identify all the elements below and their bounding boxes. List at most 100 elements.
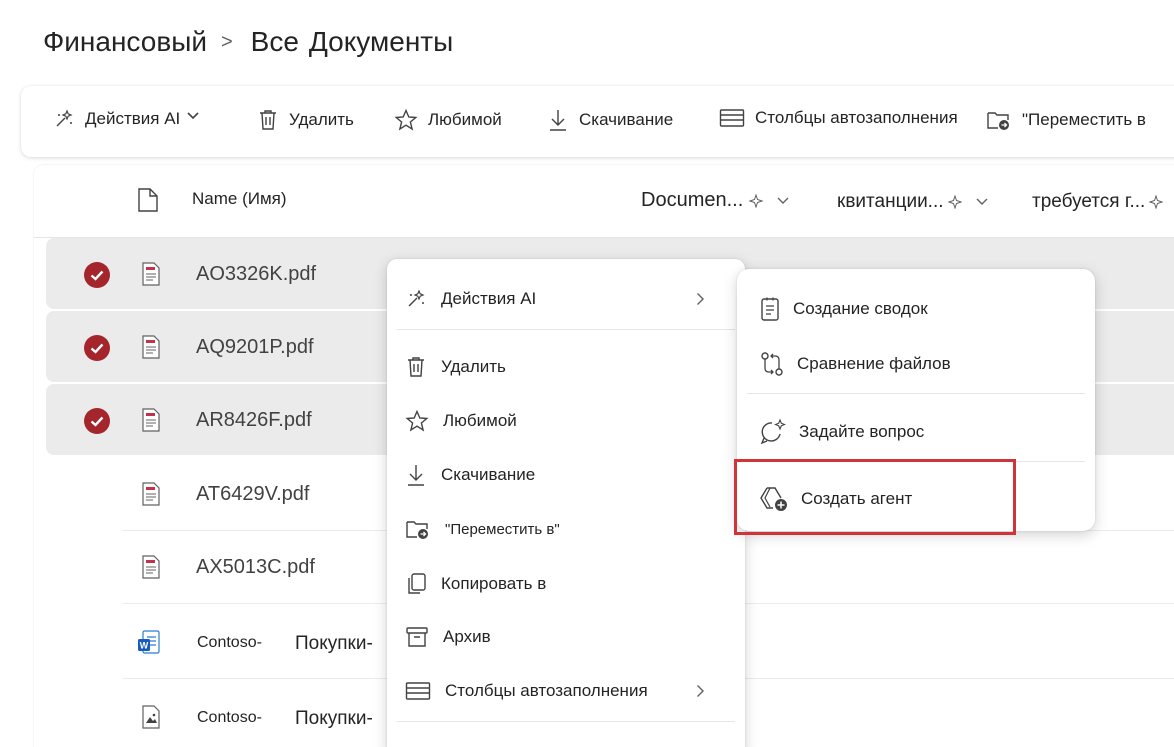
download-icon: [408, 465, 424, 486]
pdf-icon: [142, 482, 160, 506]
trash-icon: [408, 357, 424, 377]
row-selected-check[interactable]: [84, 262, 110, 288]
move-to-button[interactable]: "Переместить в: [986, 108, 1146, 132]
row-selected-check[interactable]: [84, 335, 110, 361]
chevron-down-icon: [187, 112, 199, 120]
ai-actions-button[interactable]: Действия AI: [53, 108, 210, 130]
column-header-required-label: требуется г...: [1032, 191, 1146, 212]
copy-icon: [408, 573, 426, 594]
menu-item-download[interactable]: Скачивание: [405, 455, 735, 495]
checkmark-icon: [90, 416, 104, 427]
breadcrumb-current-b: Документы: [308, 26, 454, 57]
breadcrumb: Финансовый > Все Документы: [43, 26, 453, 58]
chat-sparkle-icon: [760, 418, 786, 445]
summary-document-icon: [761, 297, 779, 321]
file-name[interactable]: AX5013C.pdf: [196, 556, 315, 579]
column-header-name-label: Name (Имя): [192, 189, 287, 208]
file-name[interactable]: AQ9201P.pdf: [196, 336, 314, 359]
pdf-icon: [142, 408, 160, 432]
file-name[interactable]: AT6429V.pdf: [196, 483, 309, 506]
column-header-name[interactable]: Name (Имя): [192, 189, 287, 209]
file-name[interactable]: Contoso-: [197, 634, 262, 652]
menu-item-move-to[interactable]: "Переместить в": [405, 509, 735, 549]
menu-divider: [747, 393, 1085, 394]
columns-icon: [719, 109, 745, 127]
download-button[interactable]: Скачивание: [547, 108, 673, 132]
highlight-annotation-box: [734, 459, 1016, 535]
image-icon: [142, 705, 160, 729]
chevron-right-icon: [697, 685, 704, 697]
row-selected-check[interactable]: [84, 408, 110, 434]
column-header-receipts-label: квитанции...: [837, 191, 944, 212]
menu-divider: [397, 329, 735, 330]
favorite-label: Любимой: [428, 110, 502, 129]
folder-move-icon: [406, 521, 428, 539]
column-header-document-label: Documen...: [641, 189, 744, 211]
menu-item-autofill-columns[interactable]: Столбцы автозаполнения: [405, 671, 735, 711]
submenu-item-label: Создание сводок: [793, 299, 928, 318]
column-header-receipts[interactable]: квитанции...: [837, 191, 988, 213]
command-toolbar: Действия AI Удалить Любимой Скачивание С…: [21, 86, 1174, 157]
sparkle-icon: [749, 193, 764, 208]
move-to-label: "Переместить в: [1022, 110, 1146, 129]
menu-item-label: Архив: [443, 627, 491, 646]
star-icon: [394, 108, 418, 131]
archive-icon: [406, 627, 428, 647]
menu-item-label: "Переместить в": [445, 520, 560, 538]
pdf-icon: [142, 262, 160, 286]
trash-icon: [260, 110, 276, 130]
submenu-item-ask-question[interactable]: Задайте вопрос: [759, 412, 1079, 452]
menu-item-label: Столбцы автозаполнения: [445, 681, 648, 700]
submenu-item-summarize[interactable]: Создание сводок: [759, 289, 1079, 329]
file-name[interactable]: Contoso-: [197, 709, 262, 727]
favorite-button[interactable]: Любимой: [394, 108, 502, 132]
sparkle-icon: [947, 195, 962, 209]
pdf-icon: [142, 555, 160, 579]
submenu-item-label: Сравнение файлов: [797, 354, 951, 373]
sparkle-icon: [56, 109, 73, 127]
columns-icon: [405, 682, 431, 700]
delete-label: Удалить: [289, 110, 354, 129]
menu-item-ai-actions[interactable]: Действия AI: [405, 279, 735, 319]
file-type-header-icon: [138, 188, 158, 212]
breadcrumb-root[interactable]: Финансовый: [43, 26, 207, 58]
download-icon: [550, 110, 566, 131]
breadcrumb-current-a: Все: [250, 26, 299, 57]
download-label: Скачивание: [579, 110, 674, 129]
menu-item-delete[interactable]: Удалить: [405, 347, 735, 387]
chevron-down-icon: [976, 198, 988, 205]
menu-item-label: Любимой: [443, 411, 517, 430]
file-name[interactable]: Покупки-: [295, 633, 373, 655]
sparkle-icon: [408, 289, 425, 307]
menu-item-copy-to[interactable]: Копировать в: [405, 564, 735, 604]
menu-item-favorite[interactable]: Любимой: [405, 401, 735, 441]
list-header: Name (Имя) Documen... квитанции... требу…: [34, 165, 1174, 238]
menu-item-label: Копировать в: [441, 574, 547, 593]
file-name[interactable]: AO3326K.pdf: [196, 263, 316, 286]
chevron-right-icon: [697, 293, 704, 305]
pdf-icon: [142, 335, 160, 359]
submenu-item-label: Задайте вопрос: [799, 422, 925, 441]
compare-icon: [761, 352, 783, 376]
ai-actions-label: Действия AI: [85, 109, 181, 128]
file-name[interactable]: Покупки-: [295, 708, 373, 730]
svg-text:W: W: [140, 641, 149, 651]
autofill-columns-button[interactable]: Столбцы автозаполнения: [719, 108, 958, 128]
checkmark-icon: [90, 270, 104, 281]
context-menu: Действия AI Удалить Любимой Скачивание "…: [387, 259, 745, 747]
delete-button[interactable]: Удалить: [257, 108, 354, 132]
menu-item-label: Скачивание: [441, 465, 536, 484]
menu-item-archive[interactable]: Архив: [405, 617, 735, 657]
menu-divider: [397, 721, 735, 722]
column-header-document[interactable]: Documen...: [641, 189, 789, 212]
menu-item-label: Действия AI: [441, 289, 537, 308]
menu-item-label: Удалить: [441, 357, 506, 376]
checkmark-icon: [90, 343, 104, 354]
submenu-item-compare[interactable]: Сравнение файлов: [759, 344, 1079, 384]
breadcrumb-separator: >: [220, 30, 233, 53]
word-icon: W: [138, 630, 160, 654]
chevron-down-icon: [777, 197, 789, 204]
file-name[interactable]: AR8426F.pdf: [196, 409, 312, 432]
sparkle-icon: [1149, 195, 1164, 209]
column-header-required[interactable]: требуется г...: [1032, 191, 1164, 213]
